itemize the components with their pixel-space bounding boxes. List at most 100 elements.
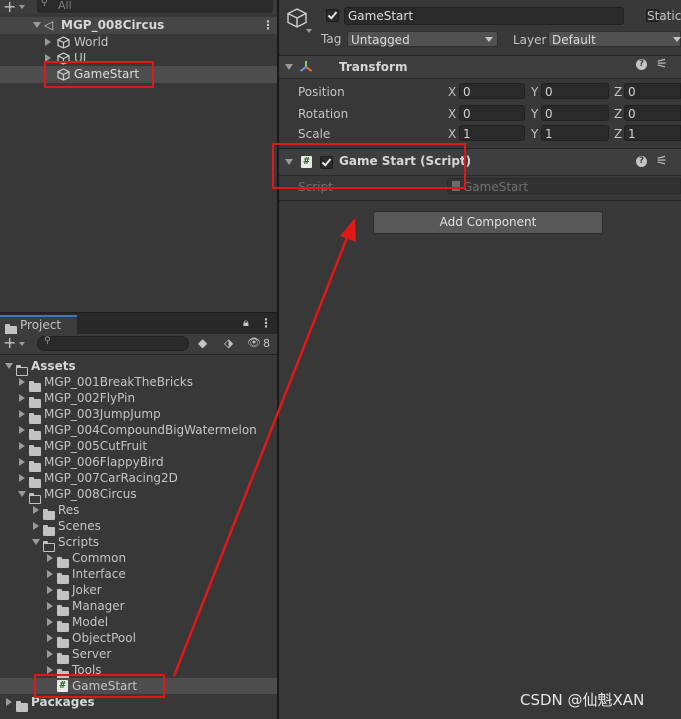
highlight-hierarchy-gamestart bbox=[44, 61, 154, 88]
folder-icon bbox=[16, 701, 28, 712]
scale-x-field[interactable]: 1 bbox=[459, 125, 525, 141]
project-item[interactable]: ObjectPool bbox=[0, 630, 277, 648]
chevron-right-icon[interactable] bbox=[47, 666, 53, 674]
project-item[interactable]: Assets bbox=[0, 358, 277, 376]
project-item[interactable]: Res bbox=[0, 502, 277, 520]
hierarchy-item-world[interactable]: World bbox=[0, 34, 277, 50]
add-icon[interactable]: + bbox=[3, 333, 16, 352]
project-item[interactable]: Joker bbox=[0, 582, 277, 600]
project-item[interactable]: MGP_001BreakTheBricks bbox=[0, 374, 277, 392]
chevron-right-icon[interactable] bbox=[19, 410, 25, 418]
script-field: GameStart bbox=[447, 178, 681, 194]
project-item[interactable]: MGP_008Circus bbox=[0, 486, 277, 504]
chevron-right-icon[interactable] bbox=[19, 378, 25, 386]
lock-icon[interactable]: 🔒︎ bbox=[243, 316, 249, 330]
chevron-down-icon[interactable] bbox=[32, 539, 40, 545]
help-icon[interactable]: ? bbox=[636, 156, 647, 167]
project-item-label: MGP_006FlappyBird bbox=[44, 455, 164, 469]
chevron-down-icon[interactable] bbox=[306, 29, 312, 33]
project-item[interactable]: MGP_006FlappyBird bbox=[0, 454, 277, 472]
project-item[interactable]: Scripts bbox=[0, 534, 277, 552]
hidden-packages-toggle[interactable]: 👁︎ 8 bbox=[246, 336, 276, 352]
project-item[interactable]: Model bbox=[0, 614, 277, 632]
chevron-right-icon[interactable] bbox=[19, 426, 25, 434]
project-item[interactable]: Scenes bbox=[0, 518, 277, 536]
axis-y-label: Y bbox=[531, 85, 539, 99]
hierarchy-toolbar: + ⚲ All bbox=[0, 0, 277, 16]
position-x-field[interactable]: 0 bbox=[459, 83, 525, 99]
project-item-label: MGP_005CutFruit bbox=[44, 439, 148, 453]
transform-header[interactable]: Transform ? ⚟ bbox=[279, 56, 681, 79]
scale-y-field[interactable]: 1 bbox=[541, 125, 609, 141]
chevron-right-icon[interactable] bbox=[19, 458, 25, 466]
chevron-right-icon[interactable] bbox=[45, 38, 51, 46]
project-item-label: Model bbox=[72, 615, 109, 629]
project-item-label: MGP_001BreakTheBricks bbox=[44, 375, 193, 389]
hierarchy-item-label: World bbox=[74, 35, 109, 49]
axis-x-label: X bbox=[448, 85, 457, 99]
help-icon[interactable]: ? bbox=[636, 59, 647, 70]
project-item-label: MGP_002FlyPin bbox=[44, 391, 136, 405]
tag-dropdown[interactable]: Untagged bbox=[347, 31, 498, 47]
project-item-label: Server bbox=[72, 647, 112, 661]
position-z-field[interactable]: 0 bbox=[624, 83, 681, 99]
hierarchy-search[interactable]: ⚲ All bbox=[37, 0, 273, 13]
chevron-down-icon[interactable] bbox=[33, 22, 41, 28]
axis-z-label: Z bbox=[614, 85, 623, 99]
project-item[interactable]: MGP_002FlyPin bbox=[0, 390, 277, 408]
filter-by-type-icon[interactable]: ◆ bbox=[198, 336, 207, 350]
settings-sliders-icon[interactable]: ⚟ bbox=[656, 57, 668, 72]
chevron-right-icon[interactable] bbox=[47, 618, 53, 626]
chevron-right-icon[interactable] bbox=[47, 602, 53, 610]
highlight-project-gamestart bbox=[34, 674, 165, 698]
project-item[interactable]: Manager bbox=[0, 598, 277, 616]
rotation-z-field[interactable]: 0 bbox=[624, 105, 681, 121]
project-item[interactable]: MGP_007CarRacing2D bbox=[0, 470, 277, 488]
chevron-right-icon[interactable] bbox=[33, 506, 39, 514]
tag-icon[interactable]: ⬗ bbox=[224, 336, 233, 350]
more-icon[interactable]: ⋮ bbox=[262, 17, 274, 33]
scale-z-field[interactable]: 1 bbox=[624, 125, 681, 141]
chevron-down-icon[interactable] bbox=[19, 5, 25, 9]
chevron-down-icon[interactable] bbox=[19, 342, 25, 346]
chevron-right-icon[interactable] bbox=[47, 586, 53, 594]
axis-x-label: X bbox=[448, 107, 457, 121]
chevron-right-icon[interactable] bbox=[47, 634, 53, 642]
tab-project[interactable]: Project bbox=[0, 315, 77, 335]
cube-icon bbox=[57, 36, 70, 49]
chevron-down-icon[interactable] bbox=[5, 363, 13, 369]
project-item[interactable]: Common bbox=[0, 550, 277, 568]
scene-row[interactable]: ◁ MGP_008Circus ⋮ bbox=[0, 17, 277, 34]
chevron-right-icon[interactable] bbox=[47, 570, 53, 578]
separator bbox=[279, 200, 681, 201]
position-y-field[interactable]: 0 bbox=[541, 83, 609, 99]
chevron-right-icon[interactable] bbox=[6, 698, 12, 706]
layer-label: Layer bbox=[513, 33, 547, 47]
chevron-right-icon[interactable] bbox=[47, 554, 53, 562]
chevron-right-icon[interactable] bbox=[19, 394, 25, 402]
rotation-y-field[interactable]: 0 bbox=[541, 105, 609, 121]
add-component-button[interactable]: Add Component bbox=[373, 211, 603, 234]
chevron-down-icon[interactable] bbox=[18, 491, 26, 497]
layer-dropdown[interactable]: Default bbox=[548, 31, 681, 47]
chevron-right-icon[interactable] bbox=[33, 522, 39, 530]
transform-icon bbox=[299, 61, 313, 72]
project-item[interactable]: MGP_003JumpJump bbox=[0, 406, 277, 424]
project-item[interactable]: Interface bbox=[0, 566, 277, 584]
project-item[interactable]: MGP_004CompoundBigWatermelon bbox=[0, 422, 277, 440]
project-item-label: MGP_007CarRacing2D bbox=[44, 471, 178, 485]
chevron-down-icon bbox=[485, 37, 493, 42]
active-checkbox[interactable] bbox=[326, 9, 339, 22]
project-item[interactable]: Server bbox=[0, 646, 277, 664]
project-item-label: Scripts bbox=[58, 535, 100, 549]
rotation-x-field[interactable]: 0 bbox=[459, 105, 525, 121]
project-search-input[interactable]: ⚲ bbox=[37, 336, 189, 351]
settings-sliders-icon[interactable]: ⚟ bbox=[656, 154, 668, 169]
object-name-input[interactable]: GameStart bbox=[344, 7, 624, 25]
chevron-right-icon[interactable] bbox=[19, 474, 25, 482]
chevron-right-icon[interactable] bbox=[19, 442, 25, 450]
more-icon[interactable]: ⋮ bbox=[260, 316, 272, 330]
chevron-down-icon[interactable] bbox=[285, 64, 293, 70]
project-item[interactable]: MGP_005CutFruit bbox=[0, 438, 277, 456]
chevron-right-icon[interactable] bbox=[47, 650, 53, 658]
